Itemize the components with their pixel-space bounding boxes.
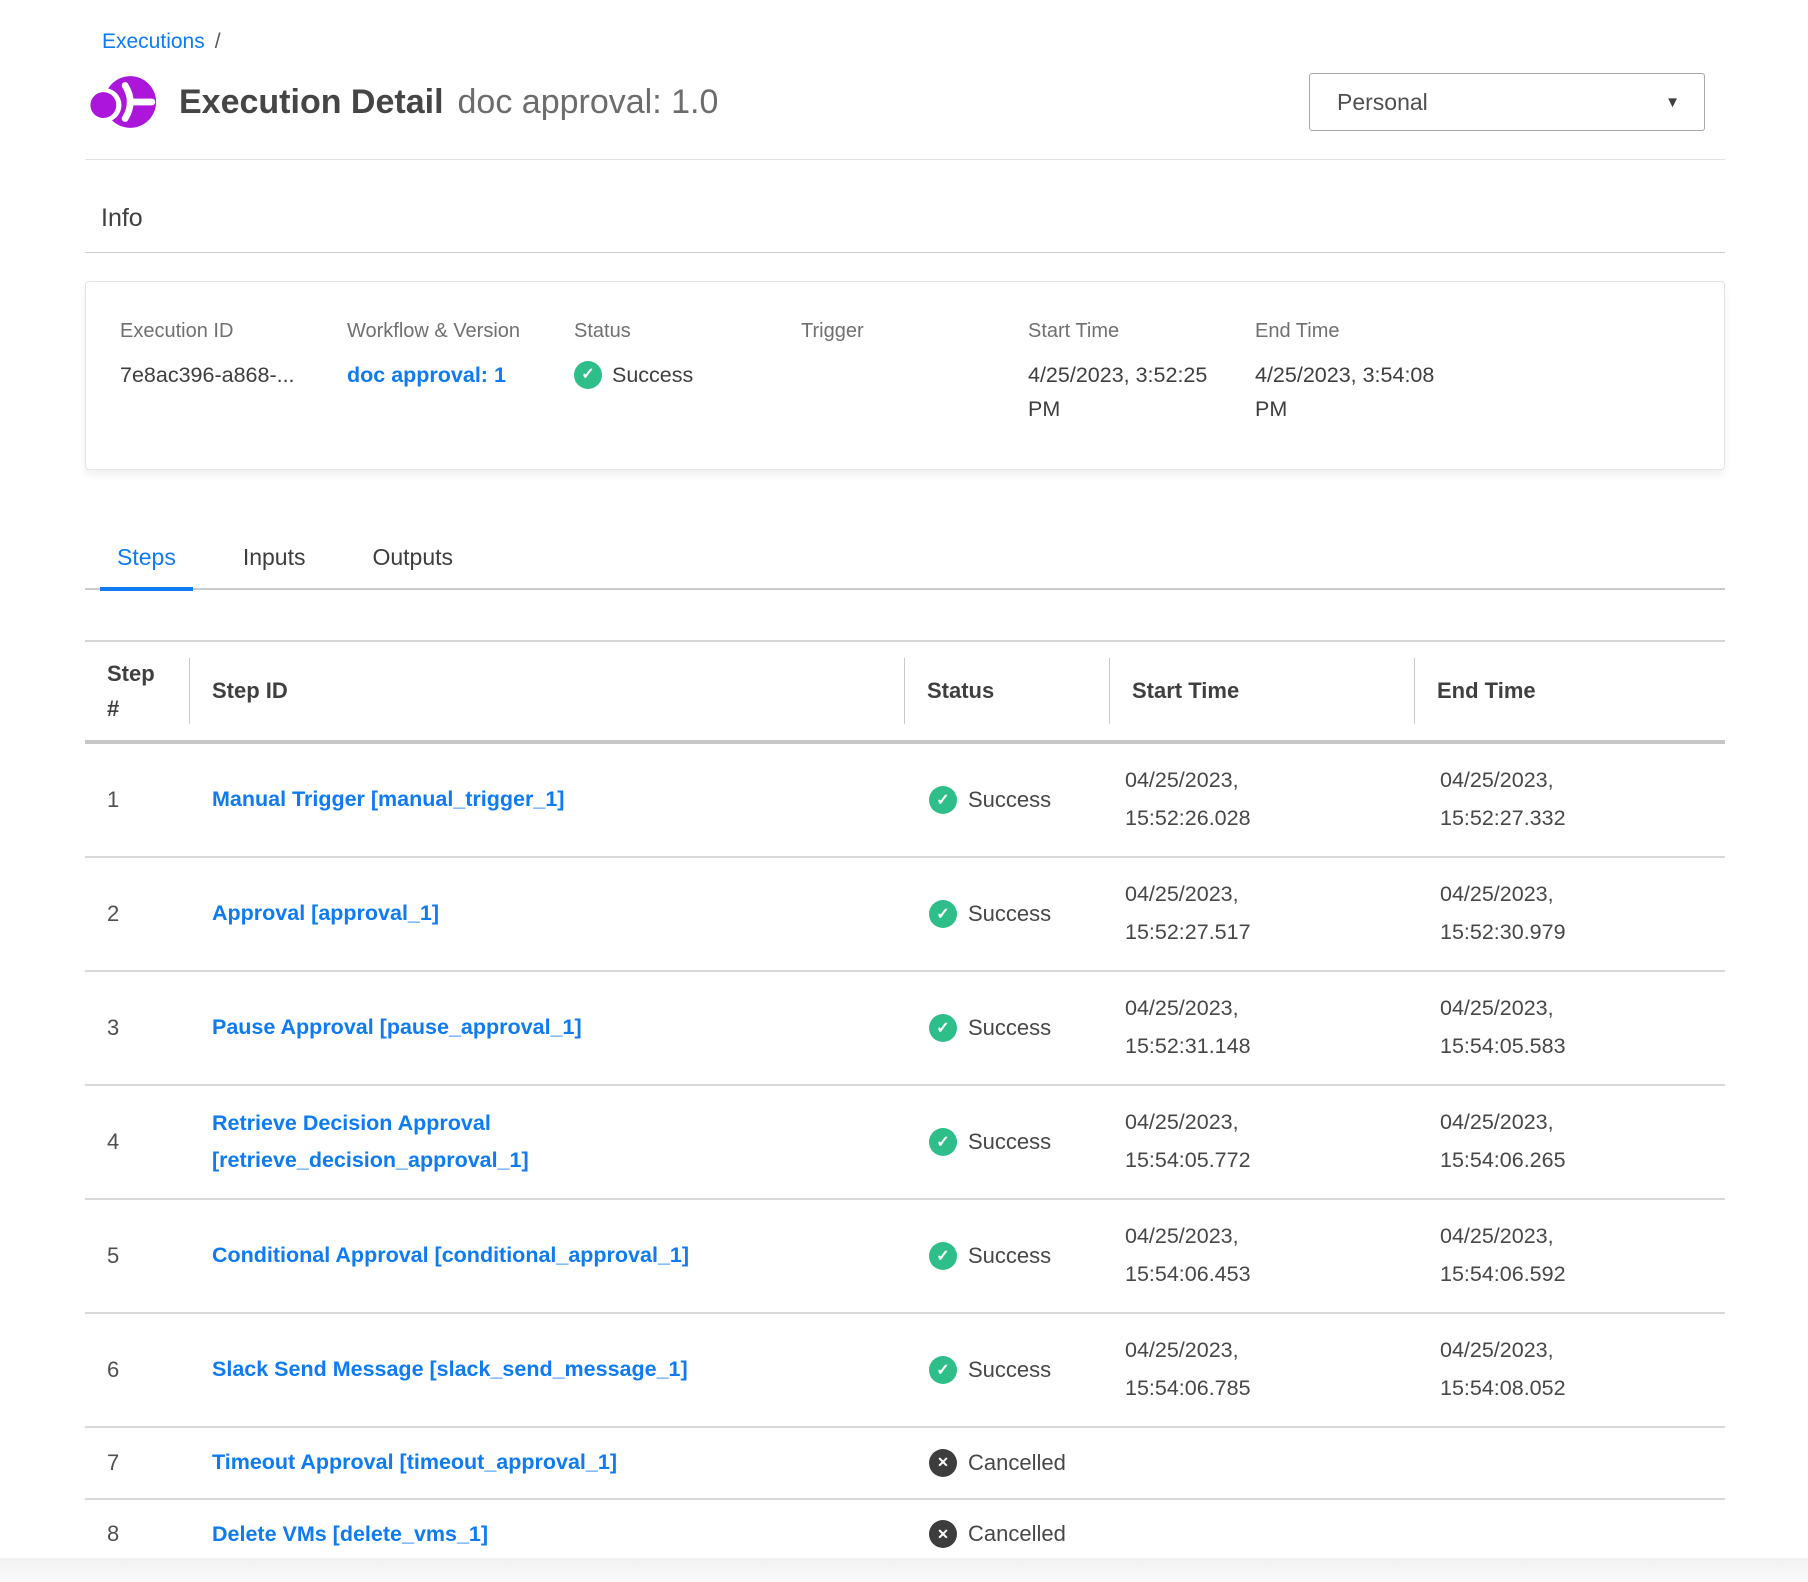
tab-steps[interactable]: Steps (100, 544, 193, 588)
step-number: 1 (85, 787, 190, 813)
step-link[interactable]: Retrieve Decision Approval [retrieve_dec… (212, 1105, 792, 1179)
success-icon: ✓ (929, 786, 957, 814)
status-text: Success (968, 1243, 1051, 1269)
success-icon: ✓ (929, 1356, 957, 1384)
workflow-brand-icon (87, 72, 159, 132)
start-time: 04/25/2023, 15:52:27.517 (1125, 876, 1290, 951)
step-number: 8 (85, 1521, 190, 1547)
start-time: 04/25/2023, 15:52:31.148 (1125, 990, 1290, 1065)
page-title: Execution Detail (179, 83, 444, 122)
table-row: 3 Pause Approval [pause_approval_1] ✓ Suc… (85, 972, 1725, 1086)
table-row: 4 Retrieve Decision Approval [retrieve_d… (85, 1086, 1725, 1200)
start-time: 04/25/2023, 15:54:06.453 (1125, 1218, 1290, 1293)
step-number: 2 (85, 901, 190, 927)
execution-id-label: Execution ID (120, 320, 347, 343)
table-row: 2 Approval [approval_1] ✓ Success 04/25/2… (85, 858, 1725, 972)
execution-id-value: 7e8ac396-a868-... (120, 358, 320, 392)
breadcrumb-executions-link[interactable]: Executions (102, 30, 205, 53)
end-time-value: 4/25/2023, 3:54:08 PM (1255, 358, 1455, 427)
status-text: Cancelled (968, 1450, 1066, 1476)
breadcrumb: Executions / (85, 30, 1725, 54)
end-time: 04/25/2023, 15:54:08.052 (1440, 1332, 1605, 1407)
status-label: Status (574, 320, 801, 343)
step-number: 6 (85, 1357, 190, 1383)
table-row: 1 Manual Trigger [manual_trigger_1] ✓ Suc… (85, 744, 1725, 858)
success-icon: ✓ (929, 1014, 957, 1042)
start-time-value: 4/25/2023, 3:52:25 PM (1028, 358, 1228, 427)
workflow-version-link[interactable]: doc approval: 1 (347, 358, 547, 392)
column-header-start-time: Start Time (1110, 642, 1415, 740)
status-text: Success (968, 1357, 1051, 1383)
workspace-selected-value: Personal (1337, 89, 1428, 116)
header-divider (85, 159, 1725, 160)
status-field: Status ✓ Success (574, 320, 801, 427)
end-time: 04/25/2023, 15:52:30.979 (1440, 876, 1605, 951)
info-divider (85, 252, 1725, 253)
column-header-status: Status (905, 642, 1110, 740)
table-row: 5 Conditional Approval [conditional_appr… (85, 1200, 1725, 1314)
end-time-field: End Time 4/25/2023, 3:54:08 PM (1255, 320, 1482, 427)
success-icon: ✓ (574, 361, 602, 389)
step-link[interactable]: Conditional Approval [conditional_approv… (212, 1237, 689, 1274)
title-block: Execution Detail doc approval: 1.0 (179, 83, 718, 122)
status-value: Success (612, 358, 693, 392)
start-time: 04/25/2023, 15:54:06.785 (1125, 1332, 1290, 1407)
success-icon: ✓ (929, 900, 957, 928)
detail-tabs: Steps Inputs Outputs (85, 544, 1725, 590)
start-time-field: Start Time 4/25/2023, 3:52:25 PM (1028, 320, 1255, 427)
status-text: Success (968, 1015, 1051, 1041)
step-number: 7 (85, 1450, 190, 1476)
success-icon: ✓ (929, 1128, 957, 1156)
end-time: 04/25/2023, 15:54:05.583 (1440, 990, 1605, 1065)
cancelled-icon: ✕ (929, 1449, 957, 1477)
end-time-label: End Time (1255, 320, 1482, 343)
end-time: 04/25/2023, 15:52:27.332 (1440, 762, 1605, 837)
trigger-label: Trigger (801, 320, 1028, 343)
step-link[interactable]: Pause Approval [pause_approval_1] (212, 1009, 582, 1046)
steps-table: Step # Step ID Status Start Time End Tim… (85, 640, 1725, 1572)
execution-id-field: Execution ID 7e8ac396-a868-... (120, 320, 347, 427)
page-bottom-band (0, 1558, 1808, 1582)
step-number: 5 (85, 1243, 190, 1269)
step-link[interactable]: Delete VMs [delete_vms_1] (212, 1516, 488, 1553)
column-header-end-time: End Time (1415, 642, 1725, 740)
step-number: 3 (85, 1015, 190, 1041)
info-section-heading: Info (85, 204, 1725, 233)
cancelled-icon: ✕ (929, 1520, 957, 1548)
chevron-down-icon: ▼ (1665, 94, 1680, 111)
workflow-version-label: Workflow & Version (347, 320, 574, 343)
status-text: Success (968, 1129, 1051, 1155)
status-text: Success (968, 787, 1051, 813)
end-time: 04/25/2023, 15:54:06.592 (1440, 1218, 1605, 1293)
step-link[interactable]: Manual Trigger [manual_trigger_1] (212, 781, 564, 818)
step-link[interactable]: Timeout Approval [timeout_approval_1] (212, 1444, 617, 1481)
column-header-step-number: Step # (85, 642, 190, 740)
page-subtitle: doc approval: 1.0 (458, 83, 719, 122)
step-link[interactable]: Approval [approval_1] (212, 895, 439, 932)
start-time: 04/25/2023, 15:52:26.028 (1125, 762, 1290, 837)
tab-inputs[interactable]: Inputs (226, 544, 323, 588)
status-text: Success (968, 901, 1051, 927)
tab-outputs[interactable]: Outputs (355, 544, 470, 588)
status-text: Cancelled (968, 1521, 1066, 1547)
step-link[interactable]: Slack Send Message [slack_send_message_1… (212, 1351, 688, 1388)
start-time-label: Start Time (1028, 320, 1255, 343)
table-row: 6 Slack Send Message [slack_send_message… (85, 1314, 1725, 1428)
trigger-field: Trigger (801, 320, 1028, 427)
success-icon: ✓ (929, 1242, 957, 1270)
end-time: 04/25/2023, 15:54:06.265 (1440, 1104, 1605, 1179)
workspace-selector[interactable]: Personal ▼ (1309, 73, 1705, 131)
execution-info-card: Execution ID 7e8ac396-a868-... Workflow … (85, 281, 1725, 470)
column-header-step-id: Step ID (190, 642, 905, 740)
step-number: 4 (85, 1129, 190, 1155)
table-row: 7 Timeout Approval [timeout_approval_1] … (85, 1428, 1725, 1500)
page-header: Execution Detail doc approval: 1.0 Perso… (85, 72, 1725, 132)
start-time: 04/25/2023, 15:54:05.772 (1125, 1104, 1290, 1179)
workflow-version-field: Workflow & Version doc approval: 1 (347, 320, 574, 427)
steps-table-header: Step # Step ID Status Start Time End Tim… (85, 642, 1725, 744)
execution-detail-page: Executions / Execution Detail doc approva… (0, 0, 1808, 1572)
breadcrumb-separator: / (215, 30, 221, 53)
